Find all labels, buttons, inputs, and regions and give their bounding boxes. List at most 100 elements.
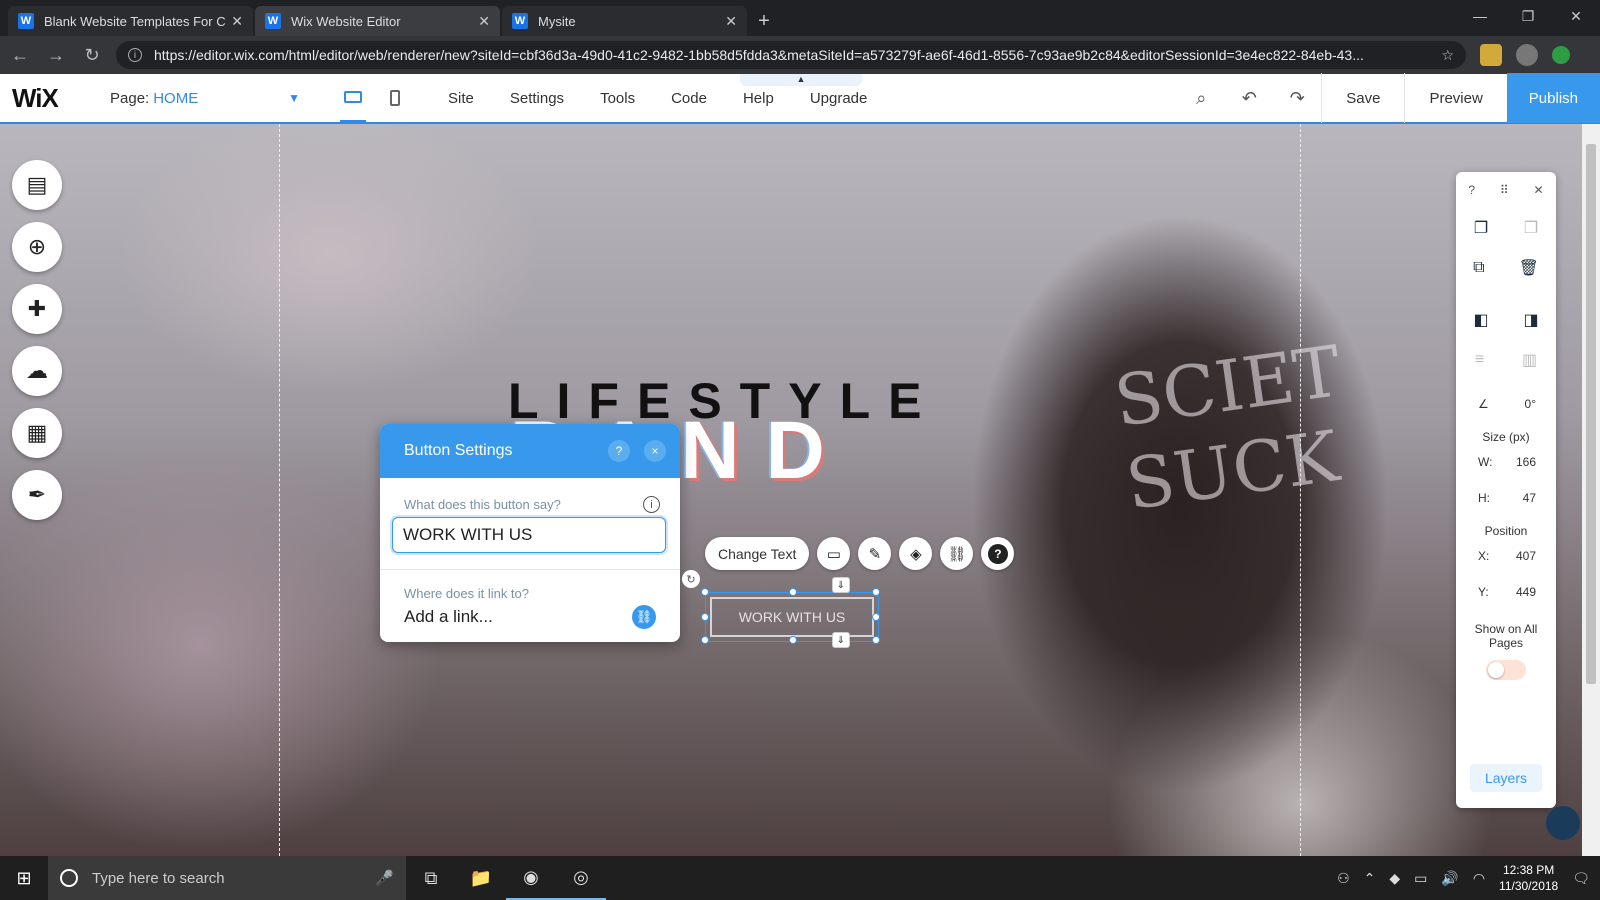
upload-cloud-icon[interactable]: ☁ xyxy=(12,346,62,396)
menu-code[interactable]: Code xyxy=(671,90,707,107)
drag-handle-icon[interactable]: ⠿ xyxy=(1500,183,1509,197)
stretch-down-icon[interactable]: ⇓ xyxy=(832,577,850,593)
button-text-input[interactable] xyxy=(392,517,666,553)
url-input[interactable]: i https://editor.wix.com/html/editor/web… xyxy=(116,41,1466,69)
zoom-icon[interactable]: ⌕ xyxy=(1177,73,1225,123)
publish-button[interactable]: Publish xyxy=(1506,73,1600,123)
help-icon[interactable]: ? xyxy=(1468,183,1475,197)
close-icon[interactable]: ✕ xyxy=(478,13,490,30)
animation-icon[interactable]: ◈ xyxy=(899,537,933,570)
browser-tab-templates[interactable]: W Blank Website Templates For Cre ✕ xyxy=(8,6,253,36)
maximize-icon[interactable]: ❐ xyxy=(1504,0,1552,32)
profile-avatar[interactable] xyxy=(1516,44,1538,66)
canvas-scrollbar[interactable] xyxy=(1582,124,1600,856)
paste-icon[interactable]: ❐ xyxy=(1524,218,1538,238)
pages-menu-icon[interactable]: ▤ xyxy=(12,160,62,210)
show-hidden-icon[interactable]: ⌃ xyxy=(1364,870,1376,887)
y-row[interactable]: Y: 449 xyxy=(1456,574,1556,610)
add-icon[interactable]: ⊕ xyxy=(12,222,62,272)
save-button[interactable]: Save xyxy=(1321,73,1404,123)
wifi-icon[interactable]: ◠ xyxy=(1473,870,1485,887)
link-icon[interactable]: ⛓ xyxy=(940,537,974,570)
menu-help[interactable]: Help xyxy=(743,90,774,107)
width-row[interactable]: W: 166 xyxy=(1456,444,1556,480)
file-explorer-icon[interactable]: 📁 xyxy=(456,856,506,900)
forward-arrow-icon[interactable]: → xyxy=(40,39,72,71)
width-value[interactable]: 166 xyxy=(1516,455,1536,469)
obs-icon[interactable]: ◎ xyxy=(556,856,606,900)
microphone-icon[interactable]: 🎤 xyxy=(375,869,394,887)
duplicate-icon[interactable]: ⧉ xyxy=(1473,259,1484,277)
windows-start-icon[interactable]: ⊞ xyxy=(0,856,48,900)
menu-tools[interactable]: Tools xyxy=(600,90,635,107)
page-selector[interactable]: Page: HOME ▼ xyxy=(110,90,300,107)
info-icon[interactable]: i xyxy=(643,496,660,513)
back-arrow-icon[interactable]: ← xyxy=(4,39,36,71)
y-value[interactable]: 449 xyxy=(1516,585,1536,599)
blog-pen-icon[interactable]: ✒ xyxy=(12,470,62,520)
extension-icon[interactable] xyxy=(1480,44,1502,66)
bring-forward-icon[interactable]: ◧ xyxy=(1473,310,1488,330)
mobile-view-button[interactable] xyxy=(382,73,408,123)
reload-icon[interactable]: ↻ xyxy=(76,39,108,71)
resize-handle[interactable] xyxy=(701,636,709,644)
new-tab-icon[interactable]: + xyxy=(749,6,779,36)
rotation-row[interactable]: ∠ 0° xyxy=(1456,386,1556,422)
selected-button-frame[interactable]: WORK WITH US ⇓ ⇓ xyxy=(701,577,880,648)
task-view-icon[interactable]: ⧉ xyxy=(406,856,456,900)
menu-site[interactable]: Site xyxy=(448,90,474,107)
site-info-icon[interactable]: i xyxy=(128,48,142,62)
bookings-calendar-icon[interactable]: ▦ xyxy=(12,408,62,458)
preview-button[interactable]: Preview xyxy=(1404,73,1506,123)
resize-handle[interactable] xyxy=(701,588,709,596)
menu-settings[interactable]: Settings xyxy=(510,90,564,107)
link-row[interactable]: Add a link... ⛓ xyxy=(392,605,668,629)
resize-handle[interactable] xyxy=(789,636,797,644)
change-text-button[interactable]: Change Text xyxy=(705,537,810,570)
close-icon[interactable]: × xyxy=(644,440,666,462)
show-all-pages-toggle[interactable] xyxy=(1486,660,1526,680)
layers-button[interactable]: Layers xyxy=(1470,764,1542,792)
extension-green-icon[interactable] xyxy=(1552,46,1570,64)
browser-tab-mysite[interactable]: W Mysite ✕ xyxy=(502,6,747,36)
taskbar-search-box[interactable]: Type here to search 🎤 xyxy=(48,856,406,900)
desktop-view-button[interactable] xyxy=(340,73,366,123)
menu-upgrade[interactable]: Upgrade xyxy=(810,90,868,107)
resize-handle[interactable] xyxy=(872,588,880,596)
resize-handle[interactable] xyxy=(789,588,797,596)
x-value[interactable]: 407 xyxy=(1516,549,1536,563)
chrome-icon[interactable]: ◉ xyxy=(506,856,556,900)
copy-icon[interactable]: ❐ xyxy=(1474,218,1488,238)
close-icon[interactable]: ✕ xyxy=(725,13,737,30)
link-icon[interactable]: ⛓ xyxy=(632,605,656,629)
notifications-icon[interactable]: 🗨 xyxy=(1572,870,1590,887)
battery-icon[interactable]: ▭ xyxy=(1414,870,1427,887)
resize-handle[interactable] xyxy=(872,613,880,621)
close-icon[interactable]: ✕ xyxy=(1534,183,1544,197)
stretch-down-icon[interactable]: ⇓ xyxy=(832,632,850,648)
browser-tab-editor[interactable]: W Wix Website Editor ✕ xyxy=(255,6,500,36)
rotate-handle-icon[interactable]: ↻ xyxy=(682,570,700,588)
people-icon[interactable]: ⚇ xyxy=(1337,870,1350,887)
trash-icon[interactable]: 🗑 xyxy=(1519,258,1539,278)
design-brush-icon[interactable]: ✎ xyxy=(858,537,892,570)
collapse-top-bar-icon[interactable]: ▲ xyxy=(740,74,862,86)
volume-icon[interactable]: 🔊 xyxy=(1441,870,1458,887)
add-link-text[interactable]: Add a link... xyxy=(404,607,493,627)
add-apps-icon[interactable]: ✚ xyxy=(12,284,62,334)
redo-icon[interactable]: ↷ xyxy=(1273,73,1321,123)
work-with-us-button[interactable]: WORK WITH US xyxy=(710,597,874,637)
minimize-icon[interactable]: — xyxy=(1456,0,1504,32)
undo-icon[interactable]: ↶ xyxy=(1225,73,1273,123)
height-value[interactable]: 47 xyxy=(1523,491,1536,505)
dropbox-icon[interactable]: ◆ xyxy=(1389,870,1400,887)
height-row[interactable]: H: 47 xyxy=(1456,480,1556,516)
align-icon[interactable]: ◨ xyxy=(1523,310,1538,330)
match-size-icon[interactable]: ▥ xyxy=(1522,350,1537,370)
help-icon[interactable]: ? xyxy=(608,440,630,462)
distribute-icon[interactable]: ≡ xyxy=(1475,351,1484,369)
window-close-icon[interactable]: ✕ xyxy=(1552,0,1600,32)
bookmark-star-icon[interactable]: ☆ xyxy=(1441,47,1454,64)
clock[interactable]: 12:38 PM 11/30/2018 xyxy=(1499,862,1558,894)
resize-handle[interactable] xyxy=(872,636,880,644)
